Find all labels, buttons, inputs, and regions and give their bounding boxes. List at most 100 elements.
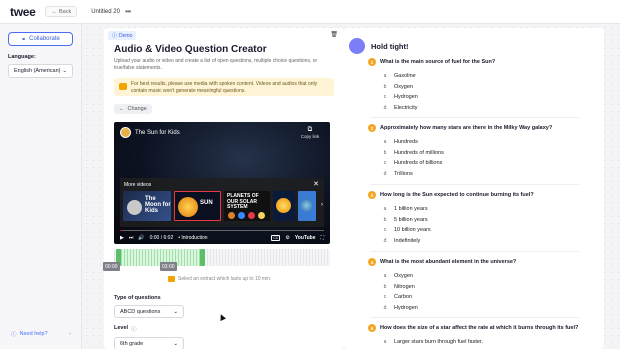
thumbnail-title: SUN xyxy=(200,200,213,206)
volume-icon[interactable]: 🔊 xyxy=(138,235,144,241)
question-type-label: Type of questions xyxy=(114,295,161,301)
question-number-badge: 2 xyxy=(368,124,376,132)
moon-image xyxy=(127,200,142,215)
change-button[interactable]: ← Change xyxy=(114,104,152,114)
info-icon[interactable]: ⓘ xyxy=(131,325,137,333)
answer-option[interactable]: d Hydrogen xyxy=(382,305,418,311)
option-text: 1 billion years xyxy=(394,206,428,212)
level-select[interactable]: 6th grade ⌄ xyxy=(114,337,184,349)
ellipsis-icon[interactable]: ••• xyxy=(125,7,131,16)
video-time: 0:00 / 6:02 xyxy=(149,234,174,241)
close-icon[interactable]: ✕ xyxy=(313,180,319,188)
answer-option[interactable]: d Electricity xyxy=(382,105,418,111)
question-type-select[interactable]: ABCD questions ⌄ xyxy=(114,305,184,318)
question-text: Approximately how many stars are there i… xyxy=(380,125,553,131)
answer-option[interactable]: a Larger stars burn through fuel faster. xyxy=(382,339,483,345)
option-text: Larger stars burn through fuel faster. xyxy=(394,339,483,345)
trash-icon[interactable]: 🗑 xyxy=(330,31,338,38)
answer-option[interactable]: b Nitrogen xyxy=(382,284,415,290)
question-item[interactable]: 1 What is the main source of fuel for the… xyxy=(368,58,496,66)
copy-link-button[interactable]: ⧉ Copy link xyxy=(298,126,322,139)
video-thumbnail-star[interactable] xyxy=(273,191,295,221)
back-button[interactable]: ← Back xyxy=(45,6,78,17)
page-title: Audio & Video Question Creator xyxy=(114,44,267,55)
question-item[interactable]: 3 How long is the Sun expected to continu… xyxy=(368,191,534,199)
collaborate-button[interactable]: ⚭ Collaborate xyxy=(8,32,73,46)
timeline-end-time: 03:00 xyxy=(160,262,177,271)
info-icon: ⓘ xyxy=(112,33,118,39)
demo-badge: ⓘ Demo xyxy=(108,31,137,40)
answer-option[interactable]: c Carbon xyxy=(382,294,412,300)
answer-option[interactable]: a Oxygen xyxy=(382,273,413,279)
answer-option[interactable]: a Hundreds xyxy=(382,139,418,145)
chevron-right-icon: › xyxy=(69,331,71,337)
divider xyxy=(371,184,579,185)
question-item[interactable]: 2 Approximately how many stars are there … xyxy=(368,124,553,132)
answer-option[interactable]: c Hydrogen xyxy=(382,94,418,100)
answer-option[interactable]: c 10 billion years xyxy=(382,227,431,233)
document-title[interactable]: Untitled 20 xyxy=(91,9,120,15)
option-letter: d xyxy=(383,104,387,111)
chevron-down-icon: ⌄ xyxy=(173,340,178,347)
timeline-end-handle[interactable] xyxy=(200,249,205,266)
planet-image xyxy=(258,212,265,219)
gear-icon[interactable]: ⚙ xyxy=(285,235,289,241)
option-letter: d xyxy=(383,304,387,311)
chevron-right-icon[interactable]: › xyxy=(321,202,323,208)
video-player[interactable]: The Sun for Kids ⧉ Copy link More videos… xyxy=(114,122,330,244)
answer-option[interactable]: d Trillions xyxy=(382,171,413,177)
timeline-start-time: 00:00 xyxy=(103,262,120,271)
assistant-avatar xyxy=(349,38,365,54)
question-item[interactable]: 5 How does the size of a star affect the … xyxy=(368,324,578,332)
video-thumbnail-moon[interactable]: The Moon for Kids xyxy=(123,191,171,221)
option-text: Oxygen xyxy=(394,83,413,90)
fullscreen-icon[interactable]: ⛶ xyxy=(320,235,324,241)
answer-option[interactable]: c Hundreds of billions xyxy=(382,160,443,166)
chevron-down-icon: ⌄ xyxy=(62,68,67,74)
option-text: Carbon xyxy=(394,294,413,300)
level-label: Level xyxy=(114,325,129,331)
option-text: Hydrogen xyxy=(394,94,418,100)
video-progress-bar[interactable] xyxy=(120,230,324,231)
demo-label: Demo xyxy=(119,32,133,39)
question-text: What is the main source of fuel for the … xyxy=(380,59,496,65)
answer-option[interactable]: a Gasoline xyxy=(382,73,416,79)
video-controls: ▶ ⏭ 🔊 0:00 / 6:02 • Introduction CC ⚙ Yo… xyxy=(120,233,324,242)
video-thumbnail-earth[interactable] xyxy=(298,191,316,221)
answer-option[interactable]: b Hundreds of millions xyxy=(382,150,444,156)
answer-option[interactable]: d Indefinitely xyxy=(382,237,421,244)
divider xyxy=(371,251,579,252)
extract-note-text: Select an extract which lasts up to 10 m… xyxy=(178,276,272,282)
play-icon[interactable]: ▶ xyxy=(120,235,124,241)
app-logo[interactable]: twee xyxy=(10,5,36,19)
option-text: Hundreds of millions xyxy=(394,149,444,156)
extract-timeline[interactable] xyxy=(114,249,330,266)
divider xyxy=(371,117,579,118)
video-title[interactable]: The Sun for Kids xyxy=(135,130,180,136)
captions-icon[interactable]: CC xyxy=(271,234,281,241)
need-help-link[interactable]: ⓘ Need help? › xyxy=(11,330,71,338)
answer-option[interactable]: b Oxygen xyxy=(382,84,413,90)
option-letter: d xyxy=(383,237,387,244)
chevron-down-icon: ⌄ xyxy=(173,308,178,315)
extract-note: Select an extract which lasts up to 10 m… xyxy=(168,276,271,282)
video-thumbnail-planets[interactable]: PLANETS OF OUR SOLAR SYSTEM xyxy=(224,191,270,221)
option-letter: b xyxy=(383,83,387,90)
answer-option[interactable]: a 1 billion years xyxy=(382,206,428,212)
video-chapter[interactable]: • Introduction xyxy=(178,235,207,241)
channel-avatar[interactable] xyxy=(120,127,131,138)
answer-option[interactable]: b 5 billion years xyxy=(382,217,428,223)
option-text: Nitrogen xyxy=(394,283,415,290)
earth-image xyxy=(300,199,313,212)
question-type-value: ABCD questions xyxy=(120,308,161,315)
loading-heading: Hold tight! xyxy=(371,42,409,51)
language-select[interactable]: English (American) ⌄ xyxy=(8,64,73,78)
youtube-logo[interactable]: YouTube xyxy=(295,235,316,241)
level-value: 6th grade xyxy=(120,340,144,347)
option-letter: c xyxy=(383,160,387,166)
warning-icon xyxy=(168,276,175,282)
progress-fill xyxy=(120,230,122,231)
skip-next-icon[interactable]: ⏭ xyxy=(129,235,134,241)
video-thumbnail-sun[interactable]: SUN xyxy=(174,191,221,221)
question-item[interactable]: 4 What is the most abundant element in th… xyxy=(368,258,516,266)
